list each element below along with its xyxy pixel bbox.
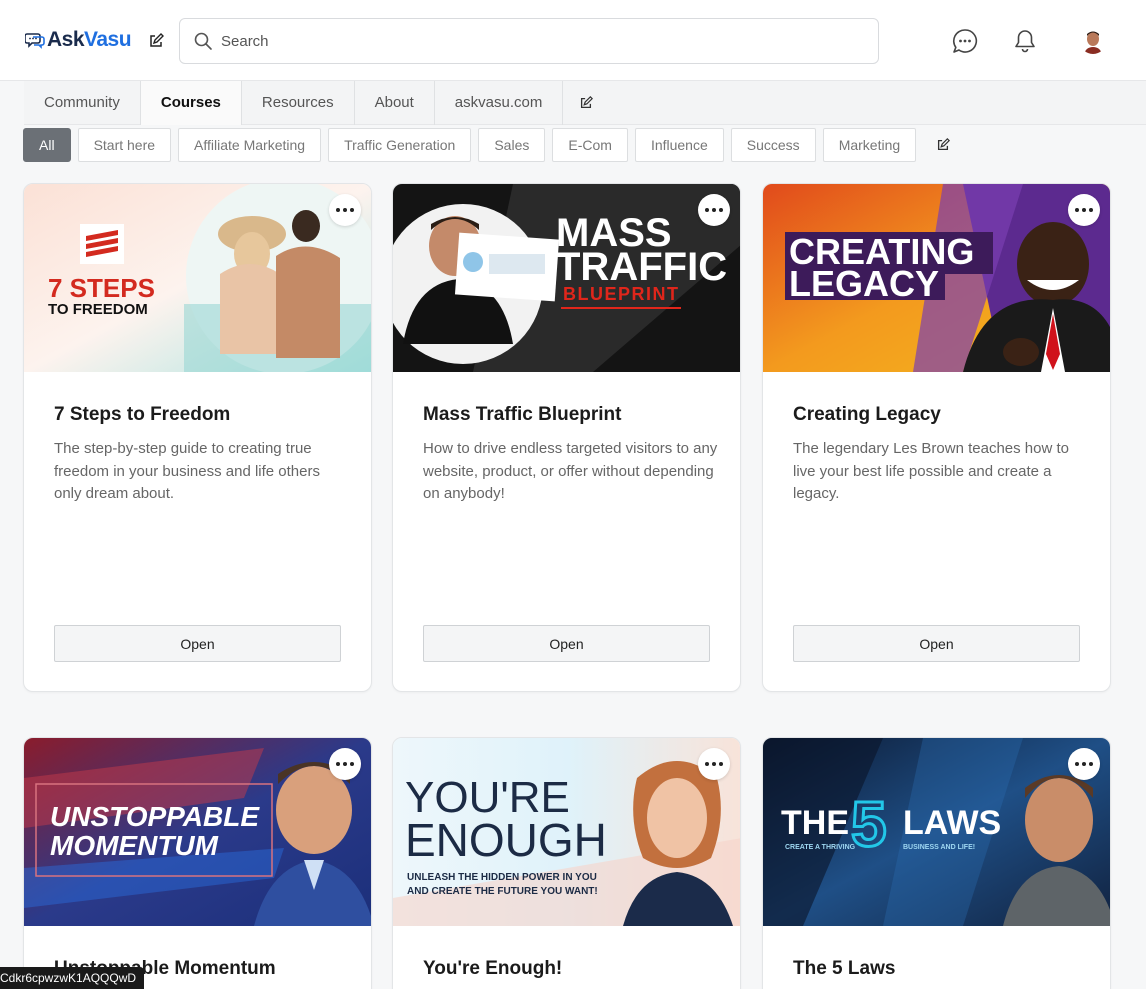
- course-description: How to drive endless targeted visitors t…: [423, 440, 718, 502]
- course-title[interactable]: Creating Legacy: [793, 404, 941, 426]
- course-card[interactable]: CREATING LEGACY Creating Legacy The lege…: [762, 183, 1111, 692]
- more-options-button[interactable]: [329, 748, 361, 780]
- thumb-text: AND CREATE THE FUTURE YOU WANT!: [407, 886, 598, 897]
- search-input[interactable]: [221, 32, 821, 50]
- thumb-text: LEGACY: [789, 263, 939, 304]
- main-nav: Community Courses Resources About askvas…: [24, 81, 1146, 125]
- thumb-text: BUSINESS AND LIFE!: [903, 844, 975, 851]
- more-options-button[interactable]: [698, 748, 730, 780]
- course-thumbnail[interactable]: CREATING LEGACY: [763, 184, 1110, 372]
- chat-icon[interactable]: [952, 28, 978, 54]
- more-options-button[interactable]: [1068, 748, 1100, 780]
- filter-start-here[interactable]: Start here: [77, 128, 172, 162]
- course-title[interactable]: 7 Steps to Freedom: [54, 404, 230, 426]
- thumb-text: CREATE A THRIVING: [785, 844, 856, 851]
- edit-icon[interactable]: [148, 33, 164, 49]
- thumb-text: ENOUGH: [405, 814, 607, 866]
- status-overlay-label: Cdkr6cpwzwK1AQQQwD: [0, 967, 145, 989]
- thumb-text: UNLEASH THE HIDDEN POWER IN YOU: [407, 872, 597, 883]
- filter-marketing[interactable]: Marketing: [822, 128, 917, 162]
- thumb-text: TO FREEDOM: [48, 301, 148, 318]
- course-card[interactable]: 7 STEPS TO FREEDOM 7 Steps to Freedom Th…: [23, 183, 372, 692]
- nav-courses[interactable]: Courses: [140, 81, 242, 125]
- thumb-text: UNSTOPPABLE: [50, 801, 260, 832]
- course-title[interactable]: The 5 Laws: [793, 958, 895, 980]
- nav-about[interactable]: About: [355, 81, 435, 125]
- course-thumbnail[interactable]: YOU'RE ENOUGH UNLEASH THE HIDDEN POWER I…: [393, 738, 740, 926]
- thumb-text: 7 STEPS: [48, 273, 155, 303]
- logo-text-ask: Ask: [47, 28, 85, 51]
- thumb-text: MOMENTUM: [50, 830, 219, 861]
- search-icon: [194, 32, 212, 50]
- top-header: AskVasu: [0, 0, 1146, 81]
- more-options-button[interactable]: [329, 194, 361, 226]
- filter-e-com[interactable]: E-Com: [552, 128, 628, 162]
- filter-sales[interactable]: Sales: [478, 128, 546, 162]
- open-course-button[interactable]: Open: [54, 625, 341, 662]
- course-title[interactable]: Mass Traffic Blueprint: [423, 404, 622, 426]
- nav-edit-button[interactable]: [563, 81, 609, 124]
- more-options-button[interactable]: [698, 194, 730, 226]
- more-options-button[interactable]: [1068, 194, 1100, 226]
- thumb-text: 5: [851, 788, 887, 860]
- thumb-text: BLUEPRINT: [563, 284, 680, 304]
- open-course-button[interactable]: Open: [793, 625, 1080, 662]
- filter-affiliate-marketing[interactable]: Affiliate Marketing: [178, 128, 322, 162]
- filter-influence[interactable]: Influence: [634, 128, 724, 162]
- course-card[interactable]: MASS TRAFFIC BLUEPRINT Mass Traffic Blue…: [392, 183, 741, 692]
- course-title[interactable]: You're Enough!: [423, 958, 562, 980]
- thumb-text: LAWS: [903, 804, 1001, 842]
- course-card[interactable]: THE 5 LAWS CREATE A THRIVING BUSINESS AN…: [762, 737, 1111, 989]
- bell-icon[interactable]: [1012, 28, 1038, 54]
- askvasu-logo[interactable]: AskVasu: [25, 28, 132, 52]
- filters-edit-button[interactable]: [923, 138, 963, 152]
- course-description: The step-by-step guide to creating true …: [54, 440, 320, 502]
- course-thumbnail[interactable]: UNSTOPPABLE MOMENTUM: [24, 738, 371, 926]
- thumb-text: TRAFFIC: [556, 245, 727, 289]
- filter-traffic-generation[interactable]: Traffic Generation: [328, 128, 472, 162]
- filter-success[interactable]: Success: [730, 128, 816, 162]
- filter-all[interactable]: All: [23, 128, 71, 162]
- edit-icon: [938, 138, 951, 151]
- search-bar[interactable]: [179, 18, 879, 64]
- user-avatar[interactable]: [1080, 28, 1106, 54]
- course-description: The legendary Les Brown teaches how to l…: [793, 440, 1069, 502]
- course-card[interactable]: YOU'RE ENOUGH UNLEASH THE HIDDEN POWER I…: [392, 737, 741, 989]
- nav-community[interactable]: Community: [24, 81, 141, 125]
- logo-text: AskVasu: [47, 28, 132, 52]
- course-card[interactable]: UNSTOPPABLE MOMENTUM Unstoppable Momentu…: [23, 737, 372, 989]
- course-filters: All Start here Affiliate Marketing Traff…: [23, 128, 963, 162]
- edit-icon: [581, 95, 594, 108]
- course-thumbnail[interactable]: 7 STEPS TO FREEDOM: [24, 184, 371, 372]
- thumb-text: THE: [781, 804, 849, 842]
- open-course-button[interactable]: Open: [423, 625, 710, 662]
- nav-resources[interactable]: Resources: [242, 81, 355, 125]
- course-thumbnail[interactable]: MASS TRAFFIC BLUEPRINT: [393, 184, 740, 372]
- logo-chat-icon: [25, 33, 45, 49]
- nav-askvasu-link[interactable]: askvasu.com: [435, 81, 564, 125]
- avatar-image: [1080, 28, 1106, 54]
- logo-text-vasu: Vasu: [84, 28, 132, 51]
- course-thumbnail[interactable]: THE 5 LAWS CREATE A THRIVING BUSINESS AN…: [763, 738, 1110, 926]
